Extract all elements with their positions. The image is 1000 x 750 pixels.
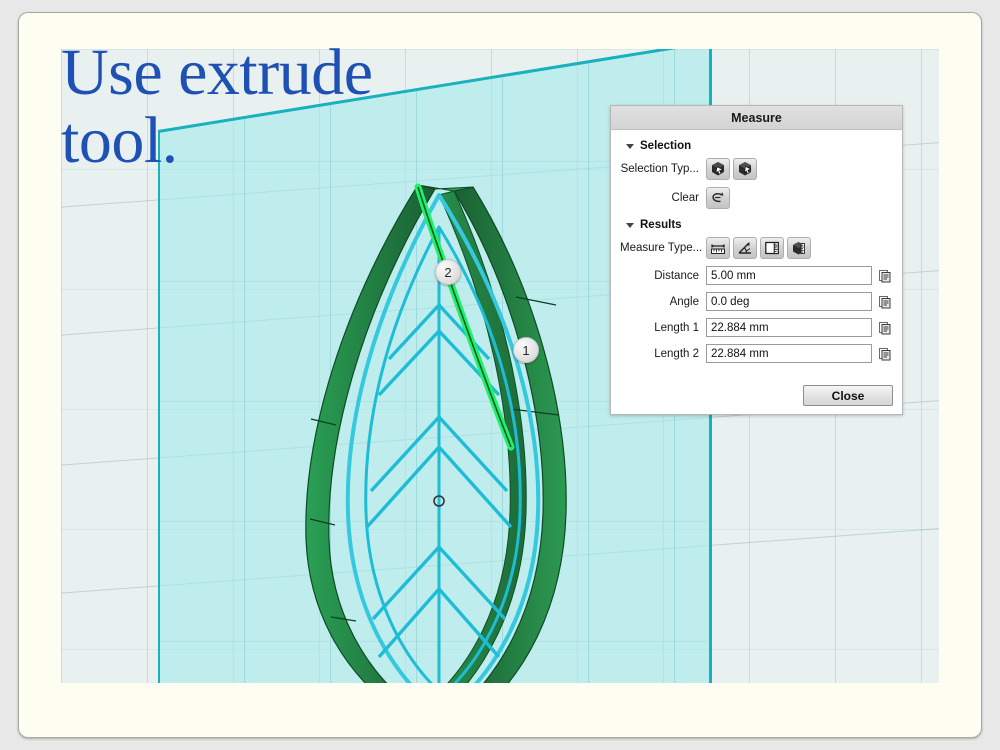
marker-1-label: 1 (522, 342, 530, 358)
close-button[interactable]: Close (803, 385, 893, 406)
measure-marker-2[interactable]: 2 (435, 259, 461, 285)
marker-2-label: 2 (444, 264, 452, 280)
select-solid-icon[interactable] (706, 158, 730, 180)
selection-type-label: Selection Typ... (620, 163, 699, 175)
measure-marker-1[interactable]: 1 (513, 337, 539, 363)
angle-row: Angle (620, 292, 893, 311)
length2-field[interactable] (706, 344, 872, 363)
dialog-body: Selection Selection Typ... Clear Results… (611, 130, 902, 375)
distance-field[interactable] (706, 266, 872, 285)
distance-row: Distance (620, 266, 893, 285)
select-face-icon[interactable] (733, 158, 757, 180)
results-section-header[interactable]: Results (626, 219, 893, 231)
sketch-plane-left-edge (158, 130, 160, 683)
distance-label: Distance (654, 269, 699, 282)
angle-field[interactable] (706, 292, 872, 311)
copy-icon[interactable] (877, 320, 893, 336)
length2-label: Length 2 (654, 347, 699, 360)
length1-field[interactable] (706, 318, 872, 337)
dialog-title: Measure (731, 110, 782, 125)
selection-section-header[interactable]: Selection (626, 140, 893, 152)
clear-label: Clear (671, 192, 699, 204)
angle-measure-icon[interactable] (733, 237, 757, 259)
selection-type-row: Selection Typ... (620, 158, 893, 180)
extruded-leaf-solid[interactable] (211, 109, 631, 683)
clear-row: Clear (620, 187, 893, 209)
copy-icon[interactable] (877, 268, 893, 284)
distance-ruler-icon[interactable] (706, 237, 730, 259)
length-measure-icon[interactable] (760, 237, 784, 259)
chevron-down-icon (626, 222, 634, 228)
dialog-titlebar: Measure (611, 106, 902, 130)
results-section-label: Results (640, 219, 682, 231)
dialog-footer: Close (611, 375, 902, 414)
chevron-down-icon (626, 143, 634, 149)
length2-row: Length 2 (620, 344, 893, 363)
length1-row: Length 1 (620, 318, 893, 337)
copy-icon[interactable] (877, 346, 893, 362)
slide-title: Use extrude tool. (61, 36, 373, 177)
undo-arrow-icon[interactable] (706, 187, 730, 209)
length1-label: Length 1 (654, 321, 699, 334)
slide-frame: 2 1 Use extrude tool. Measure Selection … (18, 12, 982, 738)
copy-icon[interactable] (877, 294, 893, 310)
measure-type-row: Measure Type... (620, 237, 893, 259)
selection-section-label: Selection (640, 140, 692, 152)
angle-label: Angle (669, 295, 699, 308)
measure-type-label: Measure Type... (620, 242, 703, 254)
volume-measure-icon[interactable] (787, 237, 811, 259)
measure-dialog[interactable]: Measure Selection Selection Typ... Clear… (610, 105, 903, 415)
